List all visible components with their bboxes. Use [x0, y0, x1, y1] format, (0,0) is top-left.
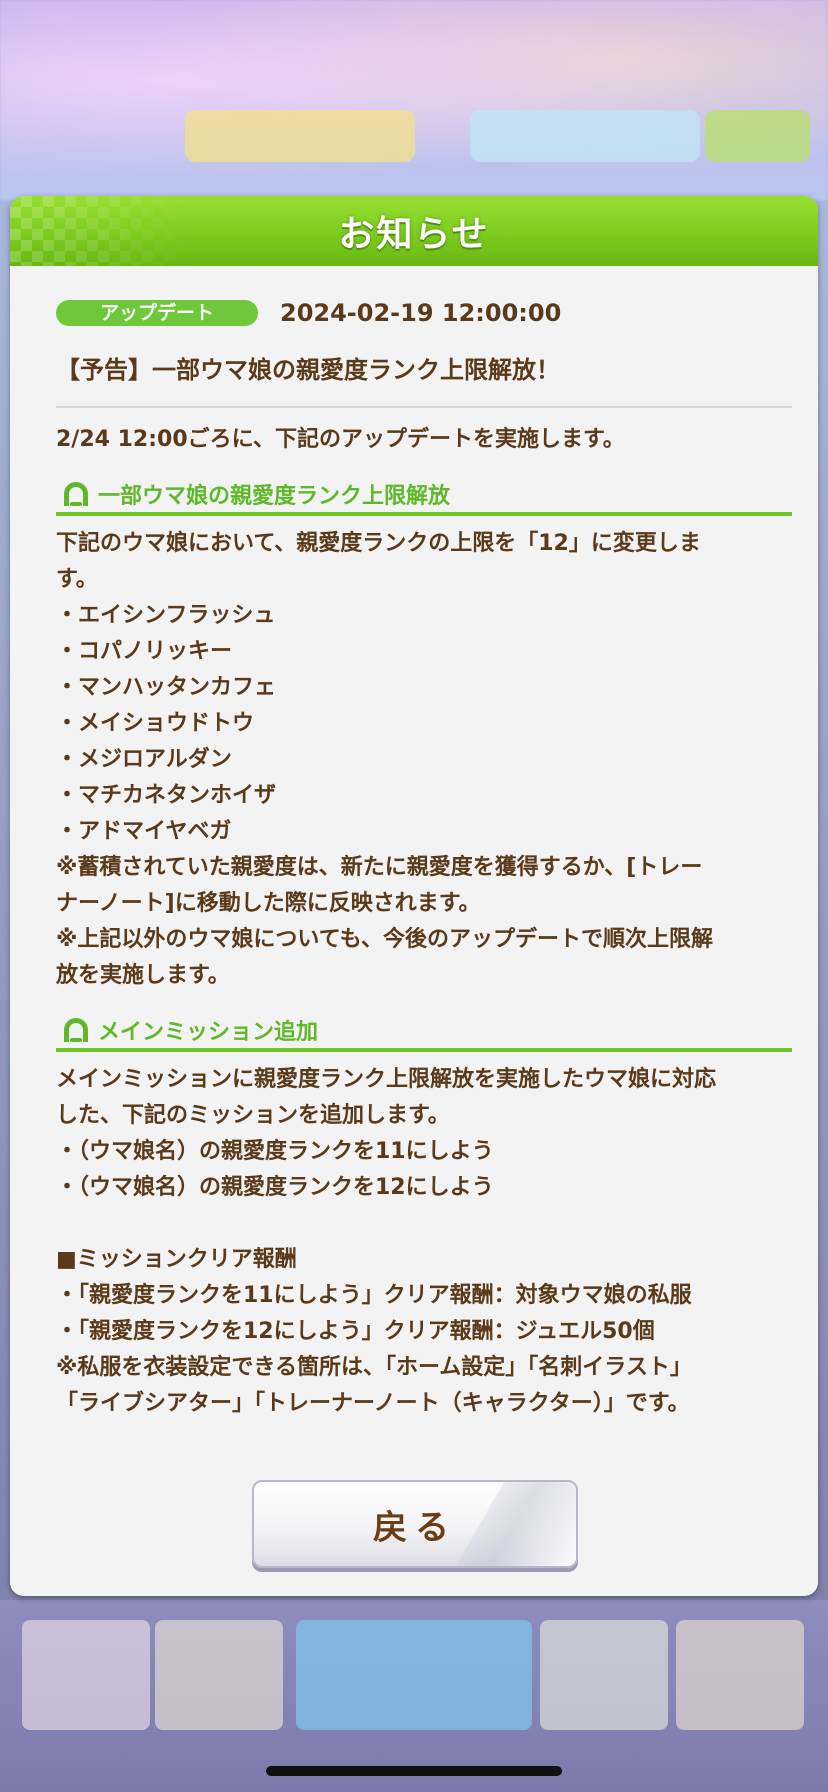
divider	[56, 406, 792, 408]
dialog-header: お知らせ	[10, 196, 818, 266]
note-line: 「ライブシアター」「トレーナーノート（キャラクター）」です。	[56, 1391, 690, 1416]
notice-meta: アップデート 2024-02-19 12:00:00	[56, 296, 792, 330]
note-line: ※上記以外のウマ娘についても、今後のアップデートで順次上限解	[56, 927, 713, 952]
body-line: メインミッションに親愛度ランク上限解放を実施したウマ娘に対応	[56, 1067, 717, 1092]
horseshoe-icon	[64, 482, 88, 506]
note-line: ※蓄積されていた親愛度は、新たに親愛度を獲得するか、[トレー	[56, 855, 703, 880]
category-tag: アップデート	[56, 300, 258, 326]
home-indicator[interactable]	[266, 1766, 562, 1776]
section-underline	[56, 512, 792, 516]
section-heading-text: 一部ウマ娘の親愛度ランク上限解放	[98, 484, 451, 509]
back-button[interactable]: 戻る	[252, 1480, 578, 1568]
notice-datetime: 2024-02-19 12:00:00	[280, 299, 562, 327]
dialog-title: お知らせ	[338, 214, 490, 255]
note-line: ナーノート]に移動した際に反映されます。	[56, 891, 481, 916]
header-pattern	[10, 196, 190, 266]
list-item: ・（ウマ娘名）の親愛度ランクを12にしよう	[56, 1175, 494, 1200]
background-banner-right	[470, 110, 700, 162]
notice-dialog: お知らせ アップデート 2024-02-19 12:00:00 【予告】一部ウマ…	[10, 196, 818, 1596]
list-item: ・コパノリッキー	[56, 639, 233, 664]
list-item: ・「親愛度ランクを11にしよう」クリア報酬：対象ウマ娘の私服	[56, 1283, 692, 1308]
list-item: ・エイシンフラッシュ	[56, 603, 276, 628]
background-banner-left	[185, 110, 415, 162]
background-menu-tile	[296, 1620, 532, 1730]
list-item: ・「親愛度ランクを12にしよう」クリア報酬：ジュエル50個	[56, 1319, 655, 1344]
back-button-label: 戻る	[373, 1507, 457, 1548]
notice-title: 【予告】一部ウマ娘の親愛度ランク上限解放！	[56, 356, 560, 384]
notice-body: アップデート 2024-02-19 12:00:00 【予告】一部ウマ娘の親愛度…	[56, 296, 792, 1422]
list-item: ・メイショウドトウ	[56, 711, 255, 736]
list-item: ・マンハッタンカフェ	[56, 675, 277, 700]
background-top	[0, 0, 828, 200]
dialog-footer: 戻る	[10, 1440, 818, 1596]
list-item: ・アドマイヤベガ	[56, 819, 232, 844]
list-item: ・マチカネタンホイザ	[56, 783, 277, 808]
reward-heading: ■ミッションクリア報酬	[56, 1247, 297, 1272]
list-item: ・（ウマ娘名）の親愛度ランクを11にしよう	[56, 1139, 494, 1164]
section-main-mission: メインミッション追加 メインミッションに親愛度ランク上限解放を実施したウマ娘に対…	[56, 1012, 792, 1422]
section-heading-text: メインミッション追加	[98, 1020, 319, 1045]
button-shine	[456, 1482, 576, 1566]
background-menu-tile	[540, 1620, 668, 1730]
background-menu-tile	[155, 1620, 283, 1730]
notice-intro: 2/24 12:00ごろに、下記のアップデートを実施します。	[56, 427, 625, 452]
body-line: す。	[56, 567, 98, 592]
body-line: した、下記のミッションを追加します。	[56, 1103, 450, 1128]
section-affection-rank: 一部ウマ娘の親愛度ランク上限解放 下記のウマ娘において、親愛度ランクの上限を「1…	[56, 476, 792, 994]
horseshoe-icon	[64, 1018, 88, 1042]
body-line: 下記のウマ娘において、親愛度ランクの上限を「12」に変更しま	[56, 531, 701, 556]
notice-content[interactable]: アップデート 2024-02-19 12:00:00 【予告】一部ウマ娘の親愛度…	[20, 280, 808, 1440]
list-item: ・メジロアルダン	[56, 747, 232, 772]
section-heading: メインミッション追加	[56, 1012, 792, 1048]
note-line: ※私服を衣装設定できる箇所は、「ホーム設定」「名刺イラスト」	[56, 1355, 692, 1380]
section-underline	[56, 1048, 792, 1052]
section-heading: 一部ウマ娘の親愛度ランク上限解放	[56, 476, 792, 512]
background-menu-tile	[22, 1620, 150, 1730]
background-button	[705, 110, 810, 162]
background-menu-tile	[676, 1620, 804, 1730]
note-line: 放を実施します。	[56, 963, 230, 988]
